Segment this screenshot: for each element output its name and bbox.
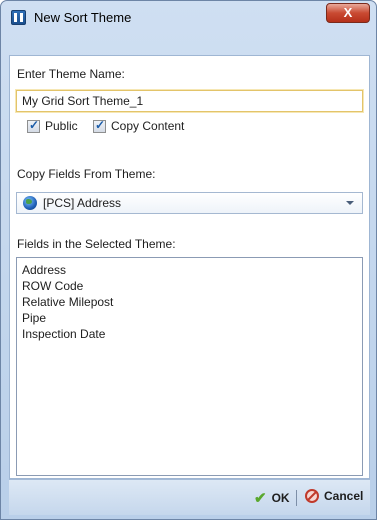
check-icon: ✔ [254, 490, 267, 507]
list-item[interactable]: Pipe [22, 310, 357, 326]
fields-listbox[interactable]: Address ROW Code Relative Milepost Pipe … [16, 257, 363, 476]
fields-list-label: Fields in the Selected Theme: [17, 237, 176, 251]
copy-fields-label: Copy Fields From Theme: [17, 167, 156, 181]
globe-icon [23, 196, 37, 210]
list-item[interactable]: Address [22, 262, 357, 278]
theme-name-label: Enter Theme Name: [17, 67, 125, 81]
chevron-down-icon[interactable] [346, 201, 354, 205]
list-item[interactable]: ROW Code [22, 278, 357, 294]
close-button[interactable]: X [326, 3, 370, 23]
app-icon [11, 10, 26, 25]
copy-fields-selected-value: [PCS] Address [43, 196, 122, 210]
cancel-button[interactable]: Cancel [305, 489, 363, 503]
public-checkbox[interactable]: Public [27, 118, 78, 133]
copy-fields-dropdown[interactable]: [PCS] Address [16, 192, 363, 214]
copy-content-checkbox[interactable]: Copy Content [93, 118, 185, 133]
ok-button[interactable]: ✔ OK [254, 489, 290, 507]
ok-button-label: OK [271, 491, 290, 505]
public-checkbox-box[interactable] [27, 118, 40, 133]
copy-content-checkbox-label: Copy Content [111, 119, 185, 133]
cancel-button-label: Cancel [324, 489, 364, 503]
theme-name-input[interactable] [16, 90, 363, 112]
window-title: New Sort Theme [34, 10, 132, 25]
list-item[interactable]: Inspection Date [22, 326, 357, 342]
copy-content-checkbox-box[interactable] [93, 118, 106, 133]
dialog-footer: ✔ OK Cancel [9, 479, 370, 515]
public-checkbox-label: Public [45, 119, 78, 133]
dialog-window: New Sort Theme X Enter Theme Name: Publi… [0, 0, 377, 520]
cancel-icon [305, 489, 319, 503]
title-bar[interactable]: New Sort Theme X [1, 1, 376, 33]
list-item[interactable]: Relative Milepost [22, 294, 357, 310]
button-separator [296, 490, 297, 506]
